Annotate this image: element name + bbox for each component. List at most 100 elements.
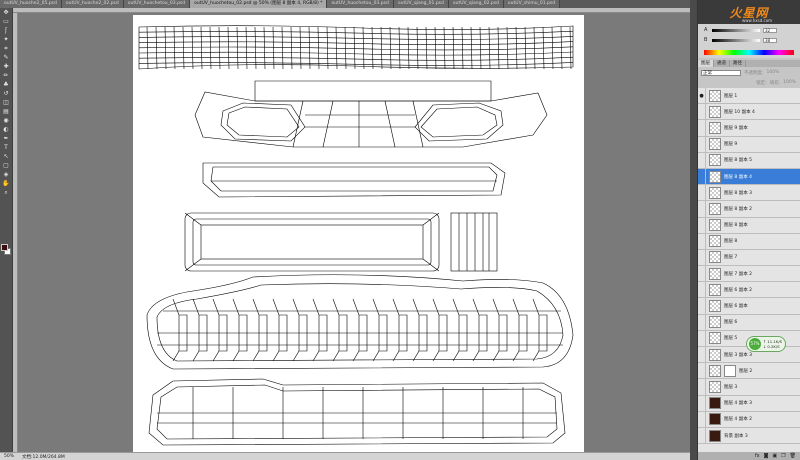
blend-mode-select[interactable]: 正常: [701, 69, 741, 76]
eye-icon[interactable]: [698, 184, 706, 201]
eye-icon[interactable]: ●: [698, 87, 706, 104]
slider-b-track[interactable]: [712, 38, 760, 42]
eye-icon[interactable]: [698, 119, 706, 136]
slider-b-value[interactable]: 38: [763, 37, 777, 43]
layer-name: 图层 9 副本: [724, 125, 748, 131]
mask-icon[interactable]: ◙: [764, 453, 769, 459]
stamp-tool-icon[interactable]: ♣: [1, 81, 11, 89]
crop-tool-icon[interactable]: ⌗: [1, 45, 11, 53]
layer-thumbnail: [709, 413, 721, 426]
color-spectrum[interactable]: [704, 50, 794, 55]
layer-row[interactable]: 图层 2: [698, 362, 800, 380]
marquee-tool-icon[interactable]: ▭: [1, 18, 11, 26]
layer-row[interactable]: 图层 9: [698, 136, 800, 153]
layer-name: 图层 8 副本 2: [724, 206, 753, 212]
document-canvas[interactable]: [133, 15, 584, 452]
layer-row[interactable]: 图层 8: [698, 233, 800, 250]
eye-icon[interactable]: [698, 427, 706, 444]
eye-icon[interactable]: [698, 314, 706, 331]
layer-row[interactable]: 背景 副本 3: [698, 427, 800, 445]
3d-tool-icon[interactable]: ◈: [1, 171, 11, 179]
healing-tool-icon[interactable]: ✚: [1, 63, 11, 71]
eye-icon[interactable]: [698, 281, 706, 298]
layer-row[interactable]: 图层 6 副本: [698, 298, 800, 315]
layer-mask-thumbnail[interactable]: [724, 364, 736, 377]
brush-tool-icon[interactable]: ✏: [1, 72, 11, 80]
eraser-tool-icon[interactable]: ◫: [1, 99, 11, 107]
foreground-color-swatch[interactable]: [1, 244, 8, 251]
opacity-value[interactable]: 100%: [767, 70, 780, 75]
layers-tab[interactable]: 图层: [698, 60, 714, 67]
adjustment-icon[interactable]: ▣: [772, 453, 777, 459]
layer-row[interactable]: 图层 8 副本 4: [698, 168, 800, 186]
network-speed-widget[interactable]: 57% ↑ 11.1K/S ↓ 0.2K/S: [746, 336, 786, 352]
fill-value[interactable]: 100%: [783, 80, 796, 85]
eyedropper-tool-icon[interactable]: ✎: [1, 54, 11, 62]
document-tab[interactable]: outUV_huochetou_02.psd @ 50% (图层 8 副本 4,…: [190, 0, 328, 8]
layer-row[interactable]: 图层 4 副本 3: [698, 395, 800, 412]
layer-row[interactable]: 图层 4 副本 2: [698, 411, 800, 428]
eye-icon[interactable]: [698, 200, 706, 217]
history-brush-tool-icon[interactable]: ↺: [1, 90, 11, 98]
eye-icon[interactable]: [698, 346, 706, 363]
eye-icon[interactable]: [698, 298, 706, 315]
layers-tab[interactable]: 路径: [730, 60, 746, 67]
color-slider-b[interactable]: B 38: [704, 37, 777, 43]
document-tab[interactable]: outUV_huoche2_02.psd: [61, 0, 124, 8]
layer-row[interactable]: 图层 10 副本 4: [698, 103, 800, 121]
path-select-tool-icon[interactable]: ↖: [1, 153, 11, 161]
layer-row[interactable]: 图层 7: [698, 249, 800, 267]
layer-row[interactable]: 图层 3: [698, 378, 800, 396]
layers-tab[interactable]: 通道: [714, 60, 730, 67]
document-tab[interactable]: outUV_huochetou_03.psd: [327, 0, 394, 8]
document-tab[interactable]: outUV_huoche2_05.psd: [0, 0, 62, 8]
type-tool-icon[interactable]: T: [1, 144, 11, 152]
pen-tool-icon[interactable]: ✒: [1, 135, 11, 143]
shape-tool-icon[interactable]: ▢: [1, 162, 11, 170]
eye-icon[interactable]: [698, 233, 706, 250]
eye-icon[interactable]: [698, 362, 706, 379]
hand-tool-icon[interactable]: ✋: [1, 180, 11, 188]
zoom-level[interactable]: 50%: [0, 454, 18, 459]
eye-icon[interactable]: [698, 152, 706, 169]
eye-icon[interactable]: [698, 330, 706, 347]
lasso-tool-icon[interactable]: ʃ: [1, 27, 11, 35]
panel-dock: [690, 0, 698, 460]
eye-icon[interactable]: [698, 265, 706, 282]
eye-icon[interactable]: [698, 249, 706, 266]
layer-row[interactable]: 图层 8 副本 2: [698, 200, 800, 218]
color-slider-a[interactable]: A 32: [704, 27, 777, 33]
eye-icon[interactable]: [698, 411, 706, 428]
new-layer-icon[interactable]: ❐: [781, 453, 785, 459]
eye-icon[interactable]: [698, 395, 706, 412]
eye-icon[interactable]: [698, 136, 706, 153]
document-tab[interactable]: outUV_qiang_02.psd: [448, 0, 504, 8]
move-tool-icon[interactable]: ✥: [1, 9, 11, 17]
layer-row[interactable]: 图层 8 副本 5: [698, 152, 800, 169]
eye-icon[interactable]: [698, 217, 706, 234]
magic-wand-tool-icon[interactable]: ✦: [1, 36, 11, 44]
document-tab[interactable]: outUV_huochetou_03.psd: [123, 0, 191, 8]
layer-row[interactable]: 图层 8 副本 3: [698, 184, 800, 202]
layer-row[interactable]: ● 图层 1: [698, 87, 800, 105]
dodge-tool-icon[interactable]: ◐: [1, 126, 11, 134]
layer-row[interactable]: 图层 8 副本: [698, 217, 800, 234]
gradient-tool-icon[interactable]: ▤: [1, 108, 11, 116]
eye-icon[interactable]: [698, 103, 706, 120]
document-tab[interactable]: outUV_qiang_01.psd: [393, 0, 449, 8]
slider-a-value[interactable]: 32: [763, 27, 777, 33]
layer-row[interactable]: 图层 6: [698, 314, 800, 331]
layer-row[interactable]: 图层 7 副本 2: [698, 265, 800, 283]
document-tab[interactable]: outUV_shimu_01.psd: [503, 0, 561, 8]
blur-tool-icon[interactable]: ◉: [1, 117, 11, 125]
slider-a-track[interactable]: [712, 28, 760, 32]
layer-row[interactable]: 图层 6 副本 2: [698, 281, 800, 299]
layer-name: 图层 6 副本 2: [724, 287, 753, 293]
eye-icon[interactable]: [698, 168, 706, 185]
canvas-area[interactable]: [18, 13, 690, 452]
trash-icon[interactable]: 🗑: [790, 453, 796, 459]
zoom-tool-icon[interactable]: ⌕: [1, 189, 11, 197]
eye-icon[interactable]: [698, 378, 706, 395]
layer-row[interactable]: 图层 9 副本: [698, 119, 800, 137]
fx-icon[interactable]: fx: [755, 453, 760, 459]
